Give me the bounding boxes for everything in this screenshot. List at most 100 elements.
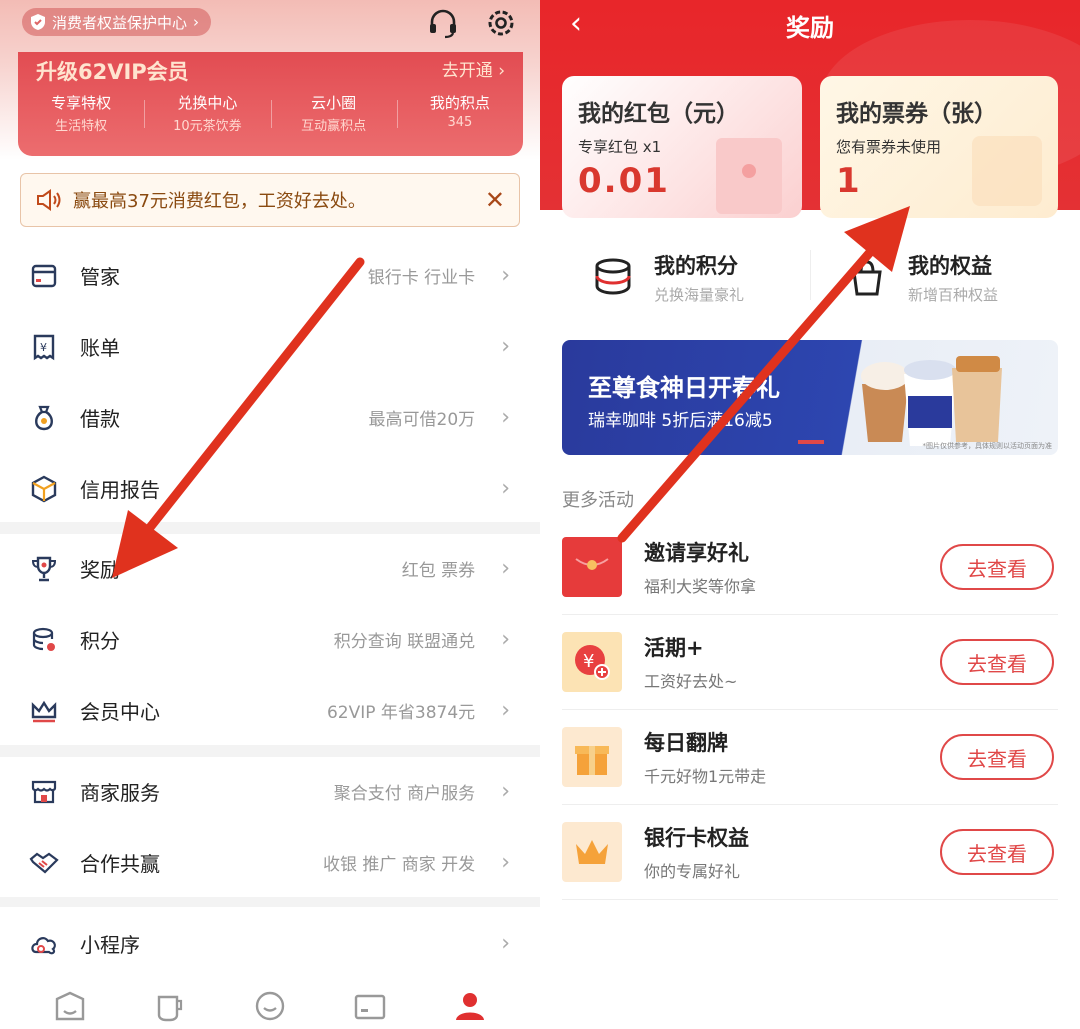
- trophy-icon: [28, 553, 60, 585]
- settings-gear-icon[interactable]: [484, 6, 518, 40]
- activity-bank-card-rights[interactable]: 银行卡权益你的专属好礼 去查看: [562, 805, 1058, 900]
- vip-item-exchange[interactable]: 兑换中心 10元茶饮券: [144, 92, 270, 134]
- menu-item-sub: 积分查询 联盟通兑: [333, 632, 476, 652]
- coffee-cups-image: [861, 356, 1002, 446]
- chevron-right-icon: ›: [193, 13, 200, 31]
- money-bag-icon: [28, 402, 60, 434]
- banner-subtitle: 瑞幸咖啡 5折后满16减5: [588, 411, 773, 431]
- activity-current-deposit[interactable]: ¥ 活期+ 工资好去处~ 去查看: [562, 615, 1058, 710]
- menu-item-rewards[interactable]: 奖励 红包 票券 ›: [0, 533, 540, 604]
- chevron-right-icon: ›: [501, 627, 510, 652]
- activity-daily-flip[interactable]: 每日翻牌千元好物1元带走 去查看: [562, 710, 1058, 805]
- chevron-right-icon: ›: [501, 405, 510, 430]
- vip-item-my-points[interactable]: 我的积点 345: [396, 92, 523, 134]
- tab-life-cup-icon[interactable]: [153, 989, 187, 1023]
- menu-item-label: 借款: [80, 407, 120, 431]
- vip-item-title: 专享特权: [51, 94, 112, 112]
- vip-item-title: 云小圈: [311, 94, 357, 112]
- ticket-stub-icon: [972, 136, 1042, 206]
- bill-receipt-icon: ¥: [28, 331, 60, 363]
- menu-item-credit-report[interactable]: 信用报告 ›: [0, 453, 540, 524]
- menu-item-bill[interactable]: ¥ 账单 ›: [0, 311, 540, 382]
- activity-title: 活期+: [644, 636, 704, 660]
- vip-open-label: 去开通: [441, 61, 493, 81]
- vip-open-link[interactable]: 去开通 ›: [442, 56, 505, 81]
- crown-icon: [562, 822, 622, 882]
- view-button[interactable]: 去查看: [940, 734, 1054, 780]
- handshake-icon: [28, 847, 60, 879]
- menu-item-label: 商家服务: [80, 781, 160, 805]
- vip-items: 专享特权生活特权 兑换中心 10元茶饮券 云小圈 互动赢积点 我的积点 345: [18, 92, 523, 134]
- tab-chat-icon[interactable]: [253, 989, 287, 1023]
- chevron-right-icon: ›: [501, 779, 510, 804]
- speaker-icon: [37, 189, 61, 211]
- vip-item-circle[interactable]: 云小圈 互动赢积点: [270, 92, 397, 134]
- view-button[interactable]: 去查看: [940, 639, 1054, 685]
- view-button[interactable]: 去查看: [940, 829, 1054, 875]
- consumer-protection-link[interactable]: 消费者权益保护中心 ›: [22, 8, 212, 36]
- menu-item-mini-programs[interactable]: 小程序 ›: [0, 908, 540, 979]
- vip-item-privileges[interactable]: 专享特权 生活特权: [18, 92, 144, 134]
- menu-item-label: 信用报告: [80, 478, 160, 502]
- activity-sub: 千元好物1元带走: [644, 767, 767, 786]
- activity-sub: 你的专属好礼: [644, 862, 741, 881]
- menu-item-label: 积分: [80, 629, 120, 653]
- activity-sub: 福利大奖等你拿: [644, 577, 757, 596]
- menu-group-3: 商家服务 聚合支付 商户服务 › 合作共赢 收银 推广 商家 开发 ›: [0, 756, 540, 898]
- menu-group-4: 小程序 ›: [0, 908, 540, 979]
- menu-item-member-center[interactable]: 会员中心 62VIP 年省3874元 ›: [0, 675, 540, 746]
- activity-title: 邀请享好礼: [644, 541, 749, 565]
- red-envelope-icon: [562, 537, 622, 597]
- vip-item-sub: 10元茶饮券: [173, 119, 242, 134]
- menu-item-sub: 聚合支付 商户服务: [333, 784, 476, 804]
- vip-item-sub: 345: [447, 115, 473, 130]
- my-points-entry[interactable]: 我的积分 兑换海量豪礼: [592, 246, 744, 308]
- promo-notice[interactable]: 赢最高37元消费红包，工资好去处。 ✕: [20, 173, 520, 227]
- consumer-protection-label: 消费者权益保护中心: [52, 13, 188, 32]
- tab-profile-icon[interactable]: [453, 989, 487, 1023]
- activity-title: 每日翻牌: [644, 731, 728, 755]
- menu-item-merchant-services[interactable]: 商家服务 聚合支付 商户服务 ›: [0, 756, 540, 827]
- menu-group-2: 奖励 红包 票券 › 积分 积分查询 联盟通兑 › 会员中心 62VIP 年省3…: [0, 533, 540, 746]
- svg-text:¥: ¥: [40, 341, 47, 354]
- menu-item-sub: 银行卡 行业卡: [367, 268, 476, 288]
- red-packet-title: 我的红包（元）: [578, 101, 739, 127]
- menu-item-label: 合作共赢: [80, 852, 160, 876]
- my-rights-sub: 新增百种权益: [908, 285, 999, 304]
- more-activities-label: 更多活动: [562, 490, 634, 511]
- menu-item-sub: 最高可借20万: [368, 410, 476, 430]
- chevron-right-icon: ›: [501, 698, 510, 723]
- promo-notice-text: 赢最高37元消费红包，工资好去处。: [73, 191, 366, 212]
- promo-banner[interactable]: 至尊食神日开春礼 瑞幸咖啡 5折后满16减5 *图片仅供参考，具体规则以活动页面…: [562, 340, 1058, 455]
- banner-fine-print: *图片仅供参考，具体规则以活动页面为准: [922, 442, 1053, 450]
- banner-title: 至尊食神日开春礼: [588, 374, 780, 402]
- menu-item-butler[interactable]: 管家 银行卡 行业卡 ›: [0, 240, 540, 311]
- tab-card-icon[interactable]: [353, 989, 387, 1023]
- tab-home-icon[interactable]: [53, 989, 87, 1023]
- vip-item-sub: 生活特权: [55, 119, 108, 134]
- vip-title: 升级62VIP会员: [36, 60, 189, 84]
- activity-sub: 工资好去处~: [644, 672, 738, 691]
- ticket-card[interactable]: 我的票券（张） 您有票券未使用 1: [820, 76, 1058, 218]
- shield-icon: [31, 14, 45, 30]
- my-rights-entry[interactable]: 我的权益 新增百种权益: [846, 246, 998, 308]
- section-divider: [0, 897, 540, 907]
- coin-stack-icon: [595, 258, 631, 295]
- menu-item-sub: 62VIP 年省3874元: [326, 703, 476, 723]
- menu-item-partnership[interactable]: 合作共赢 收银 推广 商家 开发 ›: [0, 827, 540, 898]
- menu-item-loan[interactable]: 借款 最高可借20万 ›: [0, 382, 540, 453]
- customer-service-icon[interactable]: [426, 6, 460, 40]
- menu-item-points[interactable]: 积分 积分查询 联盟通兑 ›: [0, 604, 540, 675]
- menu-item-sub: 收银 推广 商家 开发: [322, 855, 476, 875]
- my-points-title: 我的积分: [654, 253, 738, 278]
- vip-card[interactable]: 升级62VIP会员 去开通 › 专享特权生活特权 兑换中心 10元茶饮券 云小圈互…: [18, 52, 523, 156]
- view-button[interactable]: 去查看: [940, 544, 1054, 590]
- left-screen: 消费者权益保护中心 › 升级62VIP会员 去开通 › 专享特权生活特权 兑换中…: [0, 0, 540, 1029]
- activity-invite[interactable]: 邀请享好礼福利大奖等你拿 去查看: [562, 520, 1058, 615]
- activity-title: 银行卡权益: [644, 826, 749, 850]
- chevron-right-icon: ›: [501, 556, 510, 581]
- close-icon[interactable]: ✕: [485, 186, 505, 214]
- red-packet-card[interactable]: 我的红包（元） 专享红包 x1 0.01: [562, 76, 802, 218]
- menu-item-label: 管家: [80, 265, 120, 289]
- entry-divider: [810, 250, 811, 300]
